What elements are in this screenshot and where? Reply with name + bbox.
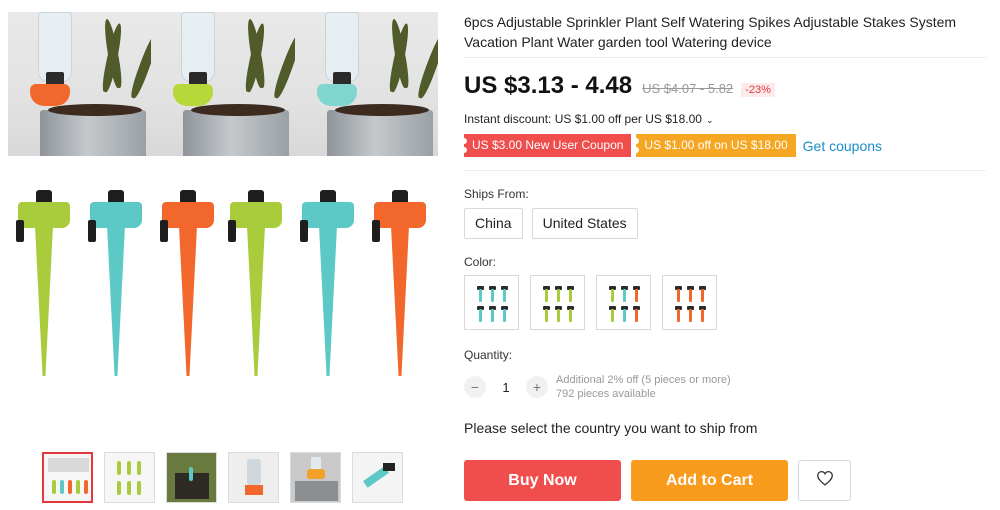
quantity-value[interactable]: 1 (486, 380, 526, 395)
ship-country-note: Please select the country you want to sh… (464, 420, 758, 436)
color-swatch-green[interactable] (530, 275, 585, 330)
thumbnail-6[interactable] (352, 452, 403, 503)
ships-from-options: China United States (464, 208, 638, 239)
stock-available: 792 pieces available (556, 388, 656, 400)
action-buttons: Buy Now Add to Cart (464, 460, 851, 501)
price-row: US $3.13 - 4.48 US $4.07 - 5.82 -23% (464, 72, 775, 100)
photo-orange-spike-in-pot (8, 12, 152, 156)
thumbnail-5[interactable] (290, 452, 341, 503)
quantity-info: Additional 2% off (5 pieces or more) 792… (556, 373, 731, 401)
store-coupon[interactable]: US $1.00 off on US $18.00 (633, 134, 796, 157)
ships-from-label: Ships From: (464, 187, 529, 201)
spike-green (228, 190, 284, 376)
current-price: US $3.13 - 4.48 (464, 72, 633, 99)
divider (464, 170, 986, 171)
quantity-stepper: − 1 + Additional 2% off (5 pieces or mor… (464, 373, 731, 401)
spike-orange (372, 190, 428, 376)
photo-green-spike-in-pot (151, 12, 295, 156)
original-price: US $4.07 - 5.82 (642, 81, 734, 96)
heart-icon (816, 470, 834, 491)
thumbnail-1[interactable] (42, 452, 93, 503)
chevron-down-icon: ⌄ (705, 115, 714, 125)
buy-now-button[interactable]: Buy Now (464, 460, 621, 501)
thumbnail-2[interactable] (104, 452, 155, 503)
bulk-discount-note: Additional 2% off (5 pieces or more) (556, 374, 731, 386)
discount-badge: -23% (741, 83, 775, 97)
color-options (464, 275, 717, 330)
ship-option-united-states[interactable]: United States (531, 208, 638, 239)
quantity-decrease-button[interactable]: − (464, 376, 486, 398)
divider (464, 57, 986, 58)
product-main-image-spikes (8, 168, 438, 438)
ship-option-china[interactable]: China (464, 208, 523, 239)
wishlist-button[interactable] (798, 460, 851, 501)
thumbnail-3[interactable] (166, 452, 217, 503)
color-swatch-blue[interactable] (464, 275, 519, 330)
thumbnail-4[interactable] (228, 452, 279, 503)
instant-discount-text: Instant discount: US $1.00 off per US $1… (464, 112, 702, 126)
new-user-coupon[interactable]: US $3.00 New User Coupon (460, 134, 632, 157)
quantity-label: Quantity: (464, 348, 513, 362)
spike-green (16, 190, 72, 376)
photo-blue-spike-in-pot (294, 12, 438, 156)
thumbnail-strip (42, 452, 403, 503)
instant-discount[interactable]: Instant discount: US $1.00 off per US $1… (464, 112, 713, 126)
spike-blue (88, 190, 144, 376)
product-gallery (0, 0, 440, 510)
get-coupons-link[interactable]: Get coupons (803, 138, 882, 154)
color-label: Color: (464, 255, 497, 269)
product-title: 6pcs Adjustable Sprinkler Plant Self Wat… (464, 14, 957, 50)
color-swatch-mixed[interactable] (596, 275, 651, 330)
add-to-cart-button[interactable]: Add to Cart (631, 460, 788, 501)
product-main-image-top (8, 12, 438, 156)
coupon-row: US $3.00 New User Coupon US $1.00 off on… (460, 134, 882, 157)
spike-orange (160, 190, 216, 376)
spike-blue (300, 190, 356, 376)
quantity-increase-button[interactable]: + (526, 376, 548, 398)
color-swatch-orange[interactable] (662, 275, 717, 330)
